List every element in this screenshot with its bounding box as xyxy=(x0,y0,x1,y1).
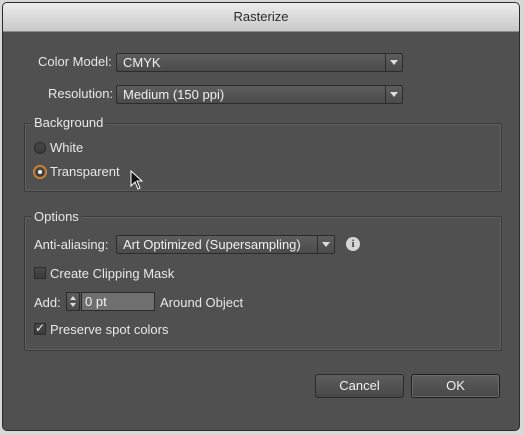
dialog-content: Color Model: CMYK Resolution: Medium (15… xyxy=(3,32,519,430)
color-model-value: CMYK xyxy=(123,55,161,70)
background-group-title: Background xyxy=(32,115,106,130)
create-clipping-mask-label: Create Clipping Mask xyxy=(50,266,175,281)
anti-aliasing-label: Anti-aliasing: xyxy=(34,237,109,252)
resolution-dropdown[interactable]: Medium (150 ppi) xyxy=(116,85,403,104)
options-group-title: Options xyxy=(32,209,81,224)
rasterize-dialog: Rasterize Color Model: CMYK Resolution: … xyxy=(2,2,520,431)
color-model-dropdown[interactable]: CMYK xyxy=(116,53,403,72)
add-stepper[interactable] xyxy=(66,292,80,311)
anti-aliasing-value: Art Optimized (Supersampling) xyxy=(123,237,301,252)
color-model-label: Color Model: xyxy=(38,54,112,69)
stepper-up-icon[interactable] xyxy=(70,296,76,300)
chevron-down-icon xyxy=(385,54,402,71)
preserve-spot-colors-label: Preserve spot colors xyxy=(50,322,169,337)
chevron-down-icon xyxy=(317,236,334,253)
resolution-value: Medium (150 ppi) xyxy=(123,87,225,102)
add-label: Add: xyxy=(34,295,61,310)
anti-aliasing-dropdown[interactable]: Art Optimized (Supersampling) xyxy=(116,235,335,254)
mouse-pointer-icon xyxy=(130,170,144,190)
cancel-button[interactable]: Cancel xyxy=(315,374,404,398)
create-clipping-mask-checkbox[interactable] xyxy=(34,267,46,279)
checkmark-icon: ✓ xyxy=(35,321,46,335)
ok-button[interactable]: OK xyxy=(411,374,500,398)
add-value-input[interactable]: 0 pt xyxy=(81,292,155,311)
white-radio[interactable] xyxy=(34,142,46,154)
resolution-label: Resolution: xyxy=(48,86,114,101)
chevron-down-icon xyxy=(385,86,402,103)
add-suffix-label: Around Object xyxy=(160,295,244,310)
stepper-down-icon[interactable] xyxy=(70,303,76,307)
transparent-radio-label: Transparent xyxy=(50,164,120,179)
preserve-spot-colors-checkbox[interactable]: ✓ xyxy=(34,321,46,335)
info-icon[interactable]: i xyxy=(346,237,360,251)
white-radio-label: White xyxy=(50,140,84,155)
transparent-radio[interactable] xyxy=(34,166,46,178)
window-title: Rasterize xyxy=(3,3,519,32)
background-group xyxy=(24,123,502,192)
